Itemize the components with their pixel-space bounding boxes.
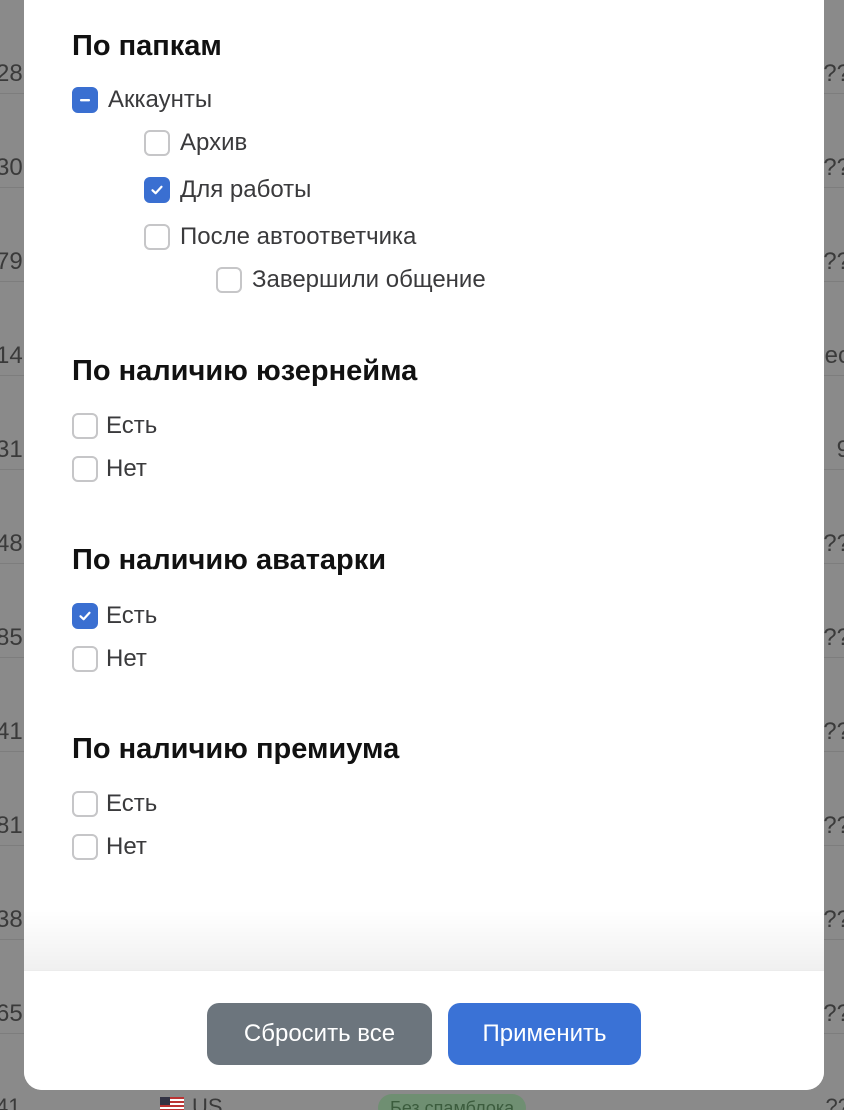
checkbox-icon[interactable]: [72, 791, 98, 817]
checkbox-label: После автоответчика: [180, 223, 417, 250]
checkbox-icon[interactable]: [72, 456, 98, 482]
table-cell: ??: [823, 60, 844, 87]
checkbox-label: Аккаунты: [108, 86, 213, 113]
table-cell: 30: [0, 154, 23, 181]
table-cell: ??: [823, 248, 844, 275]
checkbox-username-yes[interactable]: Есть: [72, 411, 157, 441]
table-cell: 65: [0, 1000, 23, 1027]
checkbox-folder-autoresponder[interactable]: После автоответчика: [144, 222, 416, 252]
table-cell: ??: [823, 154, 844, 181]
table-cell: ??: [823, 530, 844, 557]
filter-modal: По папкам Аккаунты Архив Для работы Посл…: [24, 0, 824, 1090]
table-cell: ??: [823, 812, 844, 839]
table-cell: 41: [0, 1094, 21, 1110]
table-cell: 28: [0, 60, 23, 87]
checkbox-label: Есть: [106, 412, 158, 439]
checkbox-label: Есть: [106, 602, 158, 629]
checkbox-folder-finished[interactable]: Завершили общение: [216, 265, 486, 295]
checkbox-username-no[interactable]: Нет: [72, 454, 147, 484]
checkbox-icon[interactable]: [144, 130, 170, 156]
table-cell: 38: [0, 906, 23, 933]
table-cell: ??: [823, 1000, 844, 1027]
table-cell: US: [192, 1094, 223, 1110]
checkbox-premium-yes[interactable]: Есть: [72, 789, 157, 819]
table-cell: 14: [0, 342, 23, 369]
scroll-fade: [24, 910, 824, 970]
checkbox-label: Нет: [106, 833, 147, 860]
checkbox-icon[interactable]: [72, 834, 98, 860]
section-title-folders: По папкам: [72, 30, 222, 62]
status-badge: Без спамблока: [378, 1094, 527, 1110]
table-cell: 48: [0, 530, 23, 557]
checkbox-avatar-yes[interactable]: Есть: [72, 601, 157, 631]
checkbox-label: Завершили общение: [252, 266, 486, 293]
checkbox-partial-icon[interactable]: [72, 87, 98, 113]
table-cell: 9: [836, 436, 844, 463]
checkbox-label: Нет: [106, 645, 147, 672]
checkbox-icon[interactable]: [216, 267, 242, 293]
section-title-premium: По наличию премиума: [72, 733, 400, 765]
table-cell: ??: [825, 1094, 844, 1110]
checkbox-label: Архив: [180, 129, 248, 156]
checkbox-avatar-no[interactable]: Нет: [72, 644, 147, 674]
section-title-avatar: По наличию аватарки: [72, 544, 387, 576]
checkmark-icon[interactable]: [144, 177, 170, 203]
checkbox-folder-accounts[interactable]: Аккаунты: [72, 85, 212, 115]
checkbox-folder-archive[interactable]: Архив: [144, 128, 247, 158]
section-title-username: По наличию юзернейма: [72, 355, 418, 387]
table-cell: 79: [0, 248, 23, 275]
checkbox-label: Есть: [106, 790, 158, 817]
checkbox-icon[interactable]: [144, 224, 170, 250]
table-cell: ??: [823, 906, 844, 933]
checkbox-premium-no[interactable]: Нет: [72, 832, 147, 862]
table-cell: ec: [824, 342, 844, 369]
checkbox-icon[interactable]: [72, 646, 98, 672]
modal-footer: Сбросить все Применить: [24, 970, 824, 1090]
reset-all-button[interactable]: Сбросить все: [207, 1003, 432, 1065]
checkbox-label: Нет: [106, 455, 147, 482]
checkmark-icon[interactable]: [72, 603, 98, 629]
checkbox-icon[interactable]: [72, 413, 98, 439]
apply-button[interactable]: Применить: [448, 1003, 641, 1065]
checkbox-folder-work[interactable]: Для работы: [144, 175, 311, 205]
table-cell: 81: [0, 812, 23, 839]
table-cell: ??: [823, 718, 844, 745]
table-cell: 41: [0, 718, 23, 745]
table-cell: 31: [0, 436, 23, 463]
checkbox-label: Для работы: [180, 176, 312, 203]
table-cell: 85: [0, 624, 23, 651]
table-cell: ??: [823, 624, 844, 651]
us-flag-icon: [160, 1097, 184, 1110]
